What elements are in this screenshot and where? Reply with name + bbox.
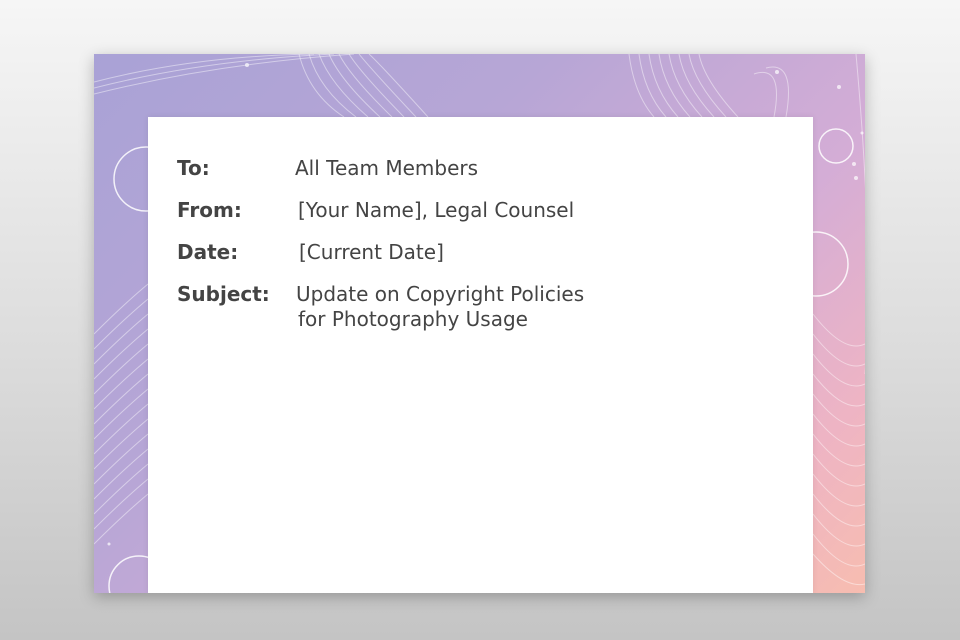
to-label: To: [177, 156, 210, 180]
date-value: [Current Date] [299, 240, 444, 264]
subject-value: Update on Copyright Policies for Photogr… [296, 282, 606, 332]
subject-line-2: for Photography Usage [298, 307, 528, 331]
memo-card-background: To: All Team Members From: [Your Name], … [94, 54, 865, 593]
subject-line-1: Update on Copyright Policies [296, 282, 585, 306]
date-label: Date: [177, 240, 239, 264]
memo-sheet: To: All Team Members From: [Your Name], … [148, 117, 813, 593]
subject-label: Subject: [177, 282, 270, 306]
from-label: From: [177, 198, 242, 222]
to-value: All Team Members [295, 156, 479, 180]
from-value: [Your Name], Legal Counsel [298, 198, 575, 222]
